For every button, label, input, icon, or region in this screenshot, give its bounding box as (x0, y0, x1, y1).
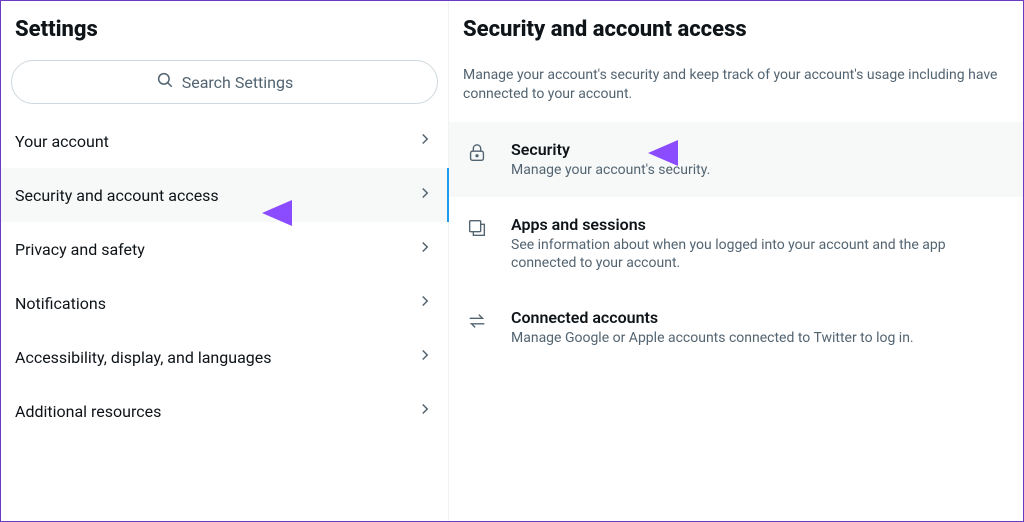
search-icon (156, 71, 174, 93)
chevron-right-icon (416, 238, 434, 260)
detail-title: Security and account access (463, 17, 1009, 42)
sidebar-item-label: Your account (15, 132, 109, 151)
sidebar-item-accessibility[interactable]: Accessibility, display, and languages (1, 330, 448, 384)
detail-item-sub: Manage Google or Apple accounts connecte… (511, 329, 1007, 347)
chevron-right-icon (416, 184, 434, 206)
detail-body: Security Manage your account's security. (511, 140, 1007, 179)
settings-title: Settings (15, 17, 434, 42)
search-container: Search Settings (1, 60, 448, 114)
sidebar-item-privacy[interactable]: Privacy and safety (1, 222, 448, 276)
detail-body: Connected accounts Manage Google or Appl… (511, 308, 1007, 347)
detail-header: Security and account access (449, 11, 1023, 56)
detail-item-title: Apps and sessions (511, 215, 1007, 234)
chevron-right-icon (416, 292, 434, 314)
sidebar-item-label: Notifications (15, 294, 106, 313)
detail-item-apps[interactable]: Apps and sessions See information about … (449, 197, 1023, 290)
sidebar-item-label: Privacy and safety (15, 240, 145, 259)
swap-icon (465, 308, 489, 332)
sidebar-item-your-account[interactable]: Your account (1, 114, 448, 168)
detail-item-sub: See information about when you logged in… (511, 236, 1007, 272)
settings-sidebar: Settings Search Settings Your account Se… (1, 1, 449, 521)
chevron-right-icon (416, 400, 434, 422)
sidebar-item-label: Security and account access (15, 186, 219, 205)
sidebar-item-label: Accessibility, display, and languages (15, 348, 272, 367)
sidebar-item-additional[interactable]: Additional resources (1, 384, 448, 438)
detail-item-security[interactable]: Security Manage your account's security. (449, 122, 1023, 197)
detail-item-connected[interactable]: Connected accounts Manage Google or Appl… (449, 290, 1023, 365)
search-input[interactable]: Search Settings (11, 60, 438, 104)
chevron-right-icon (416, 130, 434, 152)
lock-icon (465, 140, 489, 164)
settings-header: Settings (1, 11, 448, 60)
search-placeholder: Search Settings (182, 73, 294, 92)
sidebar-item-notifications[interactable]: Notifications (1, 276, 448, 330)
sidebar-item-label: Additional resources (15, 402, 161, 421)
sidebar-item-security[interactable]: Security and account access (1, 168, 448, 222)
detail-body: Apps and sessions See information about … (511, 215, 1007, 272)
detail-item-title: Connected accounts (511, 308, 1007, 327)
detail-item-sub: Manage your account's security. (511, 161, 1007, 179)
detail-description: Manage your account's security and keep … (449, 56, 1023, 122)
detail-panel: Security and account access Manage your … (449, 1, 1023, 521)
apps-icon (465, 215, 489, 239)
chevron-right-icon (416, 346, 434, 368)
detail-item-title: Security (511, 140, 1007, 159)
